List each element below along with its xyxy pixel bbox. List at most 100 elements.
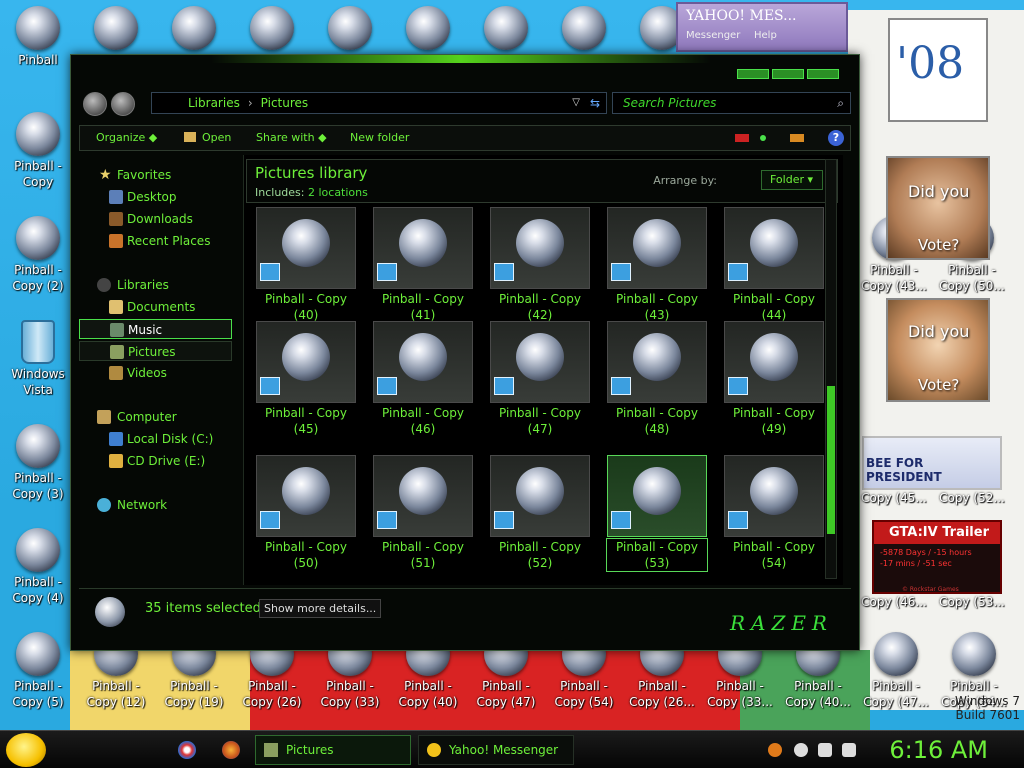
file-label: Pinball - Copy (53) [606,538,708,572]
chevron-down-icon[interactable]: ▽ [572,93,580,113]
nav-favorites[interactable]: ★ Favorites [79,165,232,185]
organize-button[interactable]: Organize ◆ [96,126,157,150]
search-icon[interactable]: ⌕ [837,93,844,113]
desktop-icon-label[interactable]: Copy (52... [936,490,1008,506]
arrange-by-dropdown[interactable]: Folder ▾ [761,170,823,190]
desktop-icon-pinball-copy[interactable]: Pinball - Copy [2,112,74,190]
share-with-button[interactable]: Share with ◆ [256,126,327,150]
desktop-icon-label[interactable]: Copy (45... [858,490,930,506]
nav-cd-drive[interactable]: CD Drive (E:) [79,451,232,471]
library-includes: Includes: 2 locations [255,186,368,199]
locations-link[interactable]: 2 locations [308,186,368,199]
yahoo-messenger-gadget[interactable]: YAHOO! MES... Messenger Help [676,2,848,52]
address-bar[interactable]: Libraries › Pictures ▽ ⇆ [151,92,607,114]
nav-local-disk[interactable]: Local Disk (C:) [79,429,232,449]
desktop-icon-pinball-copy-5[interactable]: Pinball - Copy (5) [2,632,74,710]
yahoo-help-menu[interactable]: Help [754,30,777,41]
file-tile[interactable]: Pinball - Copy (47) [490,321,590,449]
desktop-icon[interactable] [392,6,464,52]
view-options-icon[interactable] [760,135,766,141]
explorer-window: Libraries › Pictures ▽ ⇆ Search Pictures ⌕… [70,54,860,651]
gta-countdown-gadget[interactable]: GTA:IV Trailer -5878 Days / -15 hours -1… [872,520,1002,594]
preview-pane-icon[interactable] [790,134,804,142]
desktop-icon-windows-vista[interactable]: Windows Vista [2,320,74,398]
firefox-icon[interactable] [222,741,240,759]
vertical-scrollbar[interactable] [825,159,837,579]
desktop-icon-label[interactable]: Copy (46... [858,594,930,610]
desktop-icon-pinball-copy-4[interactable]: Pinball - Copy (4) [2,528,74,606]
help-icon[interactable]: ? [828,130,844,146]
new-folder-button[interactable]: New folder [350,126,409,150]
network-tray-icon[interactable] [818,743,832,757]
shortcut-arrow-icon [611,511,631,529]
nav-videos[interactable]: Videos [79,363,232,383]
open-button[interactable]: Open [184,126,231,150]
desktop-icon[interactable] [158,6,230,52]
file-tile[interactable]: Pinball - Copy (41) [373,207,473,335]
desktop-icon[interactable] [314,6,386,52]
pinball-icon [328,6,372,50]
nav-libraries[interactable]: Libraries [79,275,232,295]
desktop-icon[interactable] [80,6,152,52]
desktop-icon-pinball[interactable]: Pinball [2,6,74,68]
nav-documents[interactable]: Documents [79,297,232,317]
file-tile[interactable]: Pinball - Copy (40) [256,207,356,335]
start-button[interactable] [6,733,46,767]
file-tile[interactable]: Pinball - Copy (46) [373,321,473,449]
library-header: Pictures library Includes: 2 locations A… [246,159,838,203]
chrome-icon[interactable] [178,741,196,759]
year-text: '08 [896,38,965,89]
nav-music[interactable]: Music [79,319,232,339]
close-button[interactable] [807,69,839,79]
desktop-icon-pinball-copy-2[interactable]: Pinball - Copy (2) [2,216,74,294]
back-button[interactable] [83,92,107,116]
search-input[interactable]: Search Pictures ⌕ [612,92,851,114]
desktop-icon-label[interactable]: Copy (53... [936,594,1008,610]
maximize-button[interactable] [772,69,804,79]
forward-button[interactable] [111,92,135,116]
file-tile[interactable]: Pinball - Copy (45) [256,321,356,449]
nav-computer[interactable]: Computer [79,407,232,427]
vote-poster-gadget-1[interactable]: Did you Vote? [886,156,990,260]
refresh-icon[interactable]: ⇆ [590,93,600,113]
president-badge-gadget[interactable]: BEE FOR PRESIDENT [862,436,1002,490]
shortcut-arrow-icon [728,511,748,529]
nav-pictures[interactable]: Pictures [79,341,232,361]
file-tile[interactable]: Pinball - Copy (50) [256,455,356,583]
minimize-button[interactable] [737,69,769,79]
scrollbar-thumb[interactable] [827,386,835,534]
file-tile[interactable]: Pinball - Copy (48) [607,321,707,449]
desktop-icon[interactable] [470,6,542,52]
desktop-icon-pinball-copy-3[interactable]: Pinball - Copy (3) [2,424,74,502]
clock[interactable]: 6:16 AM [889,733,988,767]
taskbar-button-pictures[interactable]: Pictures [255,735,411,765]
action-center-icon[interactable] [794,743,808,757]
desktop-icon[interactable] [548,6,620,52]
breadcrumb-libraries[interactable]: Libraries [188,96,240,110]
calendar-year-gadget[interactable]: '08 [888,18,988,122]
taskbar-button-yahoo-messenger[interactable]: Yahoo! Messenger [418,735,574,765]
file-tile[interactable]: Pinball - Copy (44) [724,207,824,335]
file-tile[interactable]: Pinball - Copy (49) [724,321,824,449]
show-more-details-button[interactable]: Show more details... [259,599,382,618]
file-tile[interactable]: Pinball - Copy (51) [373,455,473,583]
breadcrumb-pictures[interactable]: Pictures [261,96,309,110]
view-icon[interactable] [735,134,749,142]
file-tile[interactable]: Pinball - Copy (54) [724,455,824,583]
nav-downloads[interactable]: Downloads [79,209,232,229]
volume-icon[interactable] [842,743,856,757]
yahoo-messenger-menu[interactable]: Messenger [686,30,740,41]
search-tray-icon[interactable] [768,743,782,757]
pictures-icon [110,345,124,359]
file-tile[interactable]: Pinball - Copy (43) [607,207,707,335]
desktop-icon[interactable]: Pinball - Copy (47... [860,632,932,710]
nav-network[interactable]: Network [79,495,232,515]
nav-recent-places[interactable]: Recent Places [79,231,232,251]
desktop-icon[interactable] [236,6,308,52]
nav-desktop[interactable]: Desktop [79,187,232,207]
file-tile[interactable]: Pinball - Copy (52) [490,455,590,583]
file-tile-selected[interactable]: Pinball - Copy (53) [606,455,708,583]
libraries-icon [97,278,111,292]
vote-poster-gadget-2[interactable]: Did you Vote? [886,298,990,402]
file-tile[interactable]: Pinball - Copy (42) [490,207,590,335]
